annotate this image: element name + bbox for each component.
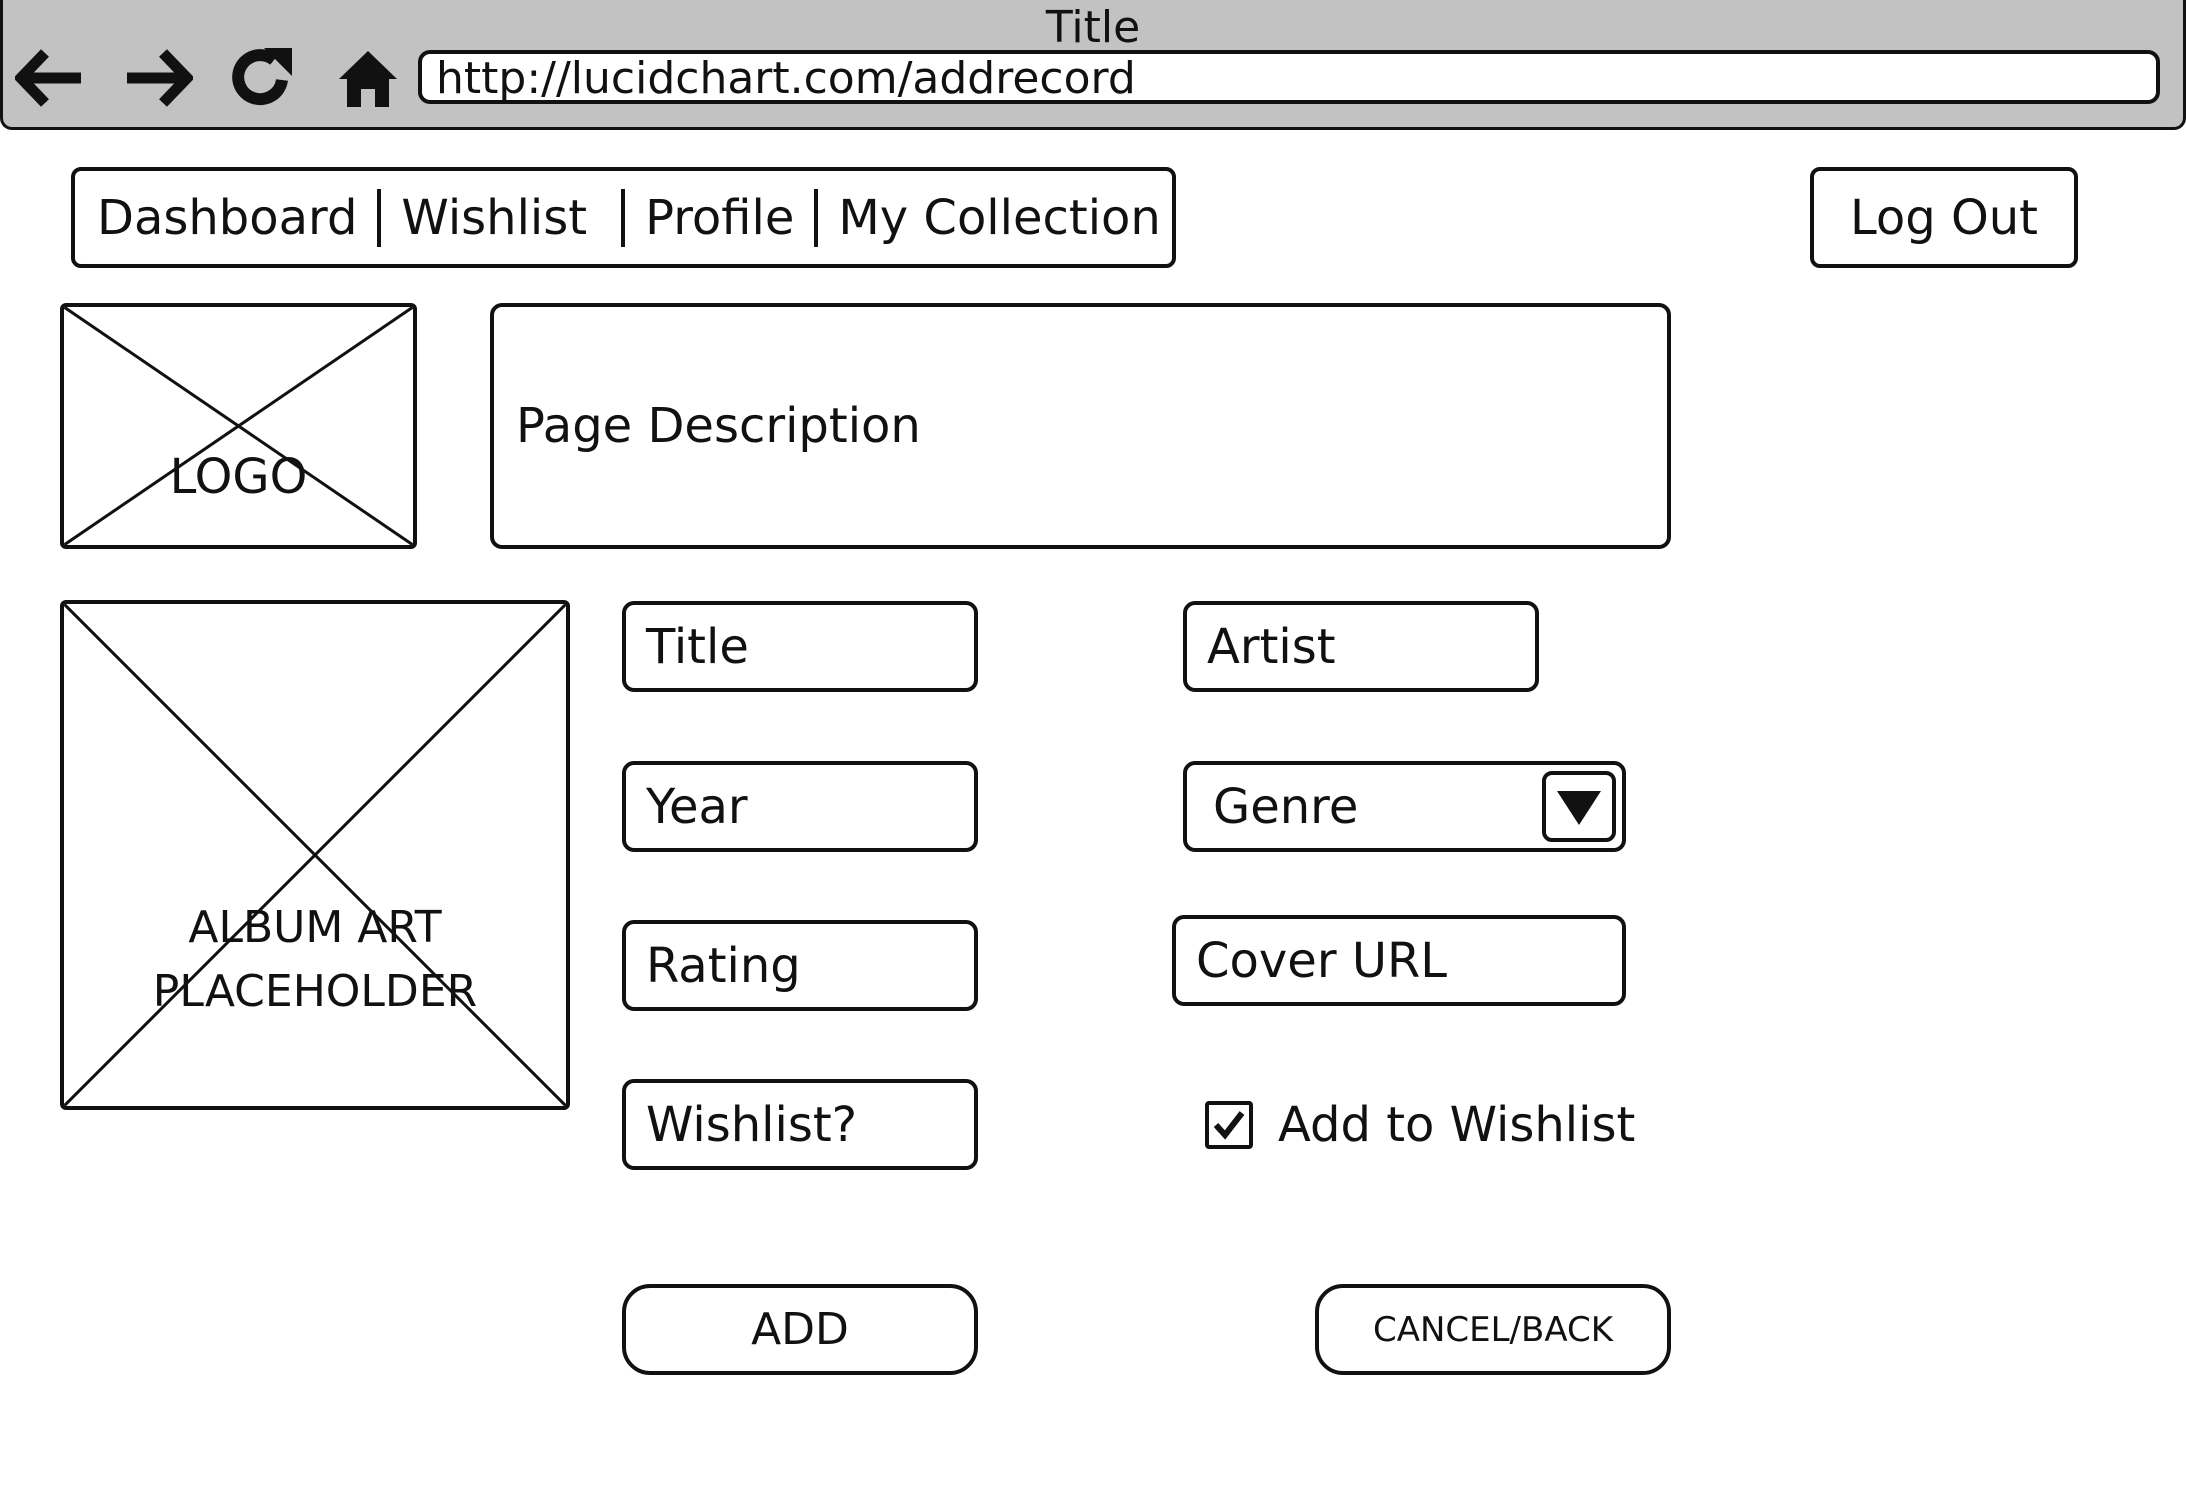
year-input[interactable]: Year <box>622 761 978 852</box>
nav-my-collection[interactable]: My Collection <box>838 190 1161 246</box>
placeholder-cross-icon <box>64 604 566 1106</box>
genre-select[interactable]: Genre <box>1183 761 1626 852</box>
wishlist-input[interactable]: Wishlist? <box>622 1079 978 1170</box>
home-icon[interactable] <box>328 40 408 116</box>
back-arrow-icon[interactable] <box>10 40 90 116</box>
nav-divider <box>621 188 626 247</box>
nav-wishlist[interactable]: Wishlist <box>401 190 587 246</box>
refresh-icon[interactable] <box>222 40 302 116</box>
rating-input[interactable]: Rating <box>622 920 978 1011</box>
album-art-label-line1: ALBUM ART <box>188 902 442 953</box>
logout-button[interactable]: Log Out <box>1810 167 2078 268</box>
nav-divider <box>814 188 819 247</box>
album-art-label-line2: PLACEHOLDER <box>152 966 478 1017</box>
forward-arrow-icon[interactable] <box>118 40 198 116</box>
page-description-text: Page Description <box>516 398 921 454</box>
page-description: Page Description <box>490 303 1671 549</box>
artist-input[interactable]: Artist <box>1183 601 1539 692</box>
title-input[interactable]: Title <box>622 601 978 692</box>
add-button[interactable]: ADD <box>622 1284 978 1375</box>
cover-url-input[interactable]: Cover URL <box>1172 915 1626 1006</box>
checkmark-icon <box>1213 1111 1245 1140</box>
nav-divider <box>377 188 382 247</box>
genre-select-value: Genre <box>1213 778 1359 835</box>
cancel-back-button[interactable]: CANCEL/BACK <box>1315 1284 1671 1375</box>
logo-label: LOGO <box>169 449 308 505</box>
nav-profile[interactable]: Profile <box>645 190 794 246</box>
chevron-down-icon[interactable] <box>1542 771 1616 842</box>
placeholder-cross-icon <box>64 307 413 545</box>
add-to-wishlist-label[interactable]: Add to Wishlist <box>1278 1090 1635 1160</box>
nav-dashboard[interactable]: Dashboard <box>97 190 357 246</box>
add-to-wishlist-checkbox[interactable] <box>1205 1101 1253 1149</box>
url-bar[interactable]: http://lucidchart.com/addrecord <box>418 50 2160 104</box>
logo-placeholder: LOGO <box>60 303 417 549</box>
album-art-label: ALBUM ART PLACEHOLDER <box>64 896 566 1024</box>
album-art-placeholder: ALBUM ART PLACEHOLDER <box>60 600 570 1110</box>
top-nav: Dashboard Wishlist Profile My Collection <box>71 167 1176 268</box>
